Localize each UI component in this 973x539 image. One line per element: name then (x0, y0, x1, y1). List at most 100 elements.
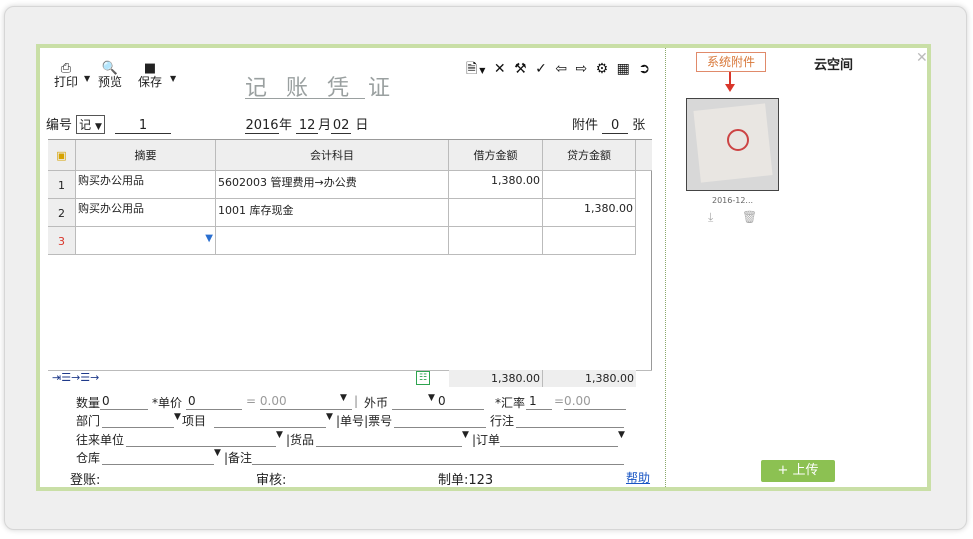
currency-underline (392, 409, 436, 410)
year-field[interactable]: 2016 (245, 118, 279, 134)
rate-amount-underline (564, 409, 626, 410)
calculator-icon[interactable]: ▦ (617, 61, 632, 77)
currency-value-underline (436, 409, 484, 410)
upload-button[interactable]: + 上传 (761, 460, 835, 482)
dept-field[interactable] (102, 427, 174, 428)
tab-cloud-space[interactable]: 云空间 (814, 54, 853, 73)
warehouse-dropdown-icon[interactable]: ▼ (214, 448, 221, 458)
separator: | (354, 394, 359, 408)
voucher-type-select[interactable]: 记 ▼ (76, 115, 105, 134)
qty-field[interactable]: 0 (102, 394, 110, 408)
currency-dropdown-icon[interactable]: ▼ (428, 393, 435, 403)
rate-field[interactable]: 1 (529, 394, 537, 408)
trash-icon[interactable]: 🗑 (742, 210, 757, 224)
tools-icon[interactable]: ⚒ (514, 61, 529, 77)
goods-dropdown-icon[interactable]: ▼ (462, 430, 469, 440)
tab-system-attachments[interactable]: 系统附件 (696, 52, 766, 72)
account-cell[interactable]: 1001 库存现金 (216, 199, 449, 227)
dept-label: 部门 (76, 414, 101, 428)
dept-dropdown-icon[interactable]: ▼ (174, 412, 181, 422)
bill-number-label: |单号|票号 (336, 414, 393, 428)
price-label: *单价 (152, 396, 183, 410)
action-icons: 🗎▼ ✕ ⚒ ✓ ⇦ ⇨ ⚙ ▦ ➲ (466, 58, 652, 82)
check-icon[interactable]: ✓ (535, 61, 549, 77)
print-button[interactable]: ⎙ 打印 (54, 62, 78, 89)
amount-display: = 0.00 (246, 394, 287, 408)
total-debit: 1,380.00 (449, 370, 543, 387)
attachment-count: 附件 0 张 (572, 114, 645, 134)
new-dropdown-caret[interactable]: ▼ (479, 66, 487, 75)
summary-cell[interactable]: 购买办公用品 (76, 171, 216, 199)
warehouse-field[interactable] (102, 464, 214, 465)
line-note-field[interactable] (516, 427, 624, 428)
settings-icon[interactable]: ⚙ (596, 61, 611, 77)
order-dropdown-icon[interactable]: ▼ (618, 430, 625, 440)
year-label: 年 (279, 118, 293, 133)
preview-label: 预览 (98, 75, 123, 89)
remark-field[interactable] (252, 464, 624, 465)
attach-count-field[interactable]: 0 (602, 118, 629, 134)
partner-label: 往来单位 (76, 433, 125, 447)
maker-label: 制单:123 (438, 473, 494, 488)
partner-field[interactable] (126, 446, 276, 447)
goods-label: 货品 (290, 433, 315, 447)
project-field[interactable] (214, 427, 326, 428)
summary-dropdown-icon[interactable]: ▼ (205, 233, 213, 244)
credit-cell[interactable]: 1,380.00 (543, 199, 636, 227)
rate-label: *汇率 (495, 396, 526, 410)
project-dropdown-icon[interactable]: ▼ (326, 412, 333, 422)
bill-number-field[interactable] (394, 427, 486, 428)
grid-settings-icon[interactable]: ▣ (56, 149, 66, 162)
insert-row-icon[interactable]: ⇥☰→☰→ (52, 371, 99, 384)
preview-button[interactable]: 🔍 预览 (98, 62, 122, 89)
print-label: 打印 (54, 75, 79, 89)
currency-field[interactable]: 0 (438, 394, 446, 408)
goods-label-wrap: |货品 (286, 433, 315, 447)
voucher-date: 2016年 12 月 02 日 (245, 114, 368, 134)
voucher-number-row: 编号 记 ▼ 1 (46, 114, 172, 134)
debit-cell[interactable]: 1,380.00 (449, 171, 543, 199)
day-field[interactable]: 02 (331, 118, 352, 134)
month-field[interactable]: 12 (296, 118, 319, 134)
account-cell[interactable] (216, 227, 449, 255)
help-link[interactable]: 帮助 (626, 469, 650, 486)
price-field[interactable]: 0 (188, 394, 196, 408)
col-header-credit: 贷方金额 (543, 140, 636, 171)
partner-dropdown-icon[interactable]: ▼ (276, 430, 283, 440)
amount-dropdown-icon[interactable]: ▼ (340, 393, 347, 403)
delete-icon[interactable]: ✕ (494, 61, 508, 77)
attach-unit: 张 (632, 118, 646, 133)
summary-cell[interactable]: 购买办公用品 (76, 199, 216, 227)
credit-cell[interactable] (543, 227, 636, 255)
next-arrow-icon[interactable]: ⇨ (575, 61, 589, 77)
order-label: 订单 (476, 433, 501, 447)
goods-field[interactable] (316, 446, 462, 447)
download-icon[interactable]: ⤓ (708, 210, 713, 225)
order-label-wrap: |订单 (472, 433, 501, 447)
close-icon[interactable]: ✕ (916, 50, 928, 66)
voucher-number-field[interactable]: 1 (115, 118, 172, 134)
exit-icon[interactable]: ➲ (638, 61, 652, 77)
qty-underline (100, 409, 148, 410)
amount-underline (260, 409, 352, 410)
new-icon[interactable]: 🗎 (466, 61, 479, 77)
row-number: 2 (48, 199, 76, 227)
order-field[interactable] (500, 446, 618, 447)
balance-icon[interactable]: ☷ (416, 371, 430, 385)
save-button[interactable]: ■ 保存 (138, 62, 162, 89)
col-header-debit: 借方金额 (449, 140, 543, 171)
save-icon: ■ (143, 61, 157, 76)
totals-row: ⇥☰→☰→ ☷ 1,380.00 1,380.00 (48, 370, 652, 387)
summary-cell[interactable]: ▼ (76, 227, 216, 255)
debit-cell[interactable] (449, 199, 543, 227)
print-dropdown-caret[interactable]: ▼ (84, 74, 90, 83)
attachment-thumbnail[interactable] (686, 98, 779, 191)
attach-label: 附件 (572, 118, 599, 133)
debit-cell[interactable] (449, 227, 543, 255)
prev-arrow-icon[interactable]: ⇦ (555, 61, 569, 77)
account-cell[interactable]: 5602003 管理费用→办公费 (216, 171, 449, 199)
line-note-label: 行注 (490, 414, 515, 428)
number-label: 编号 (46, 118, 73, 133)
save-dropdown-caret[interactable]: ▼ (170, 74, 176, 83)
credit-cell[interactable] (543, 171, 636, 199)
